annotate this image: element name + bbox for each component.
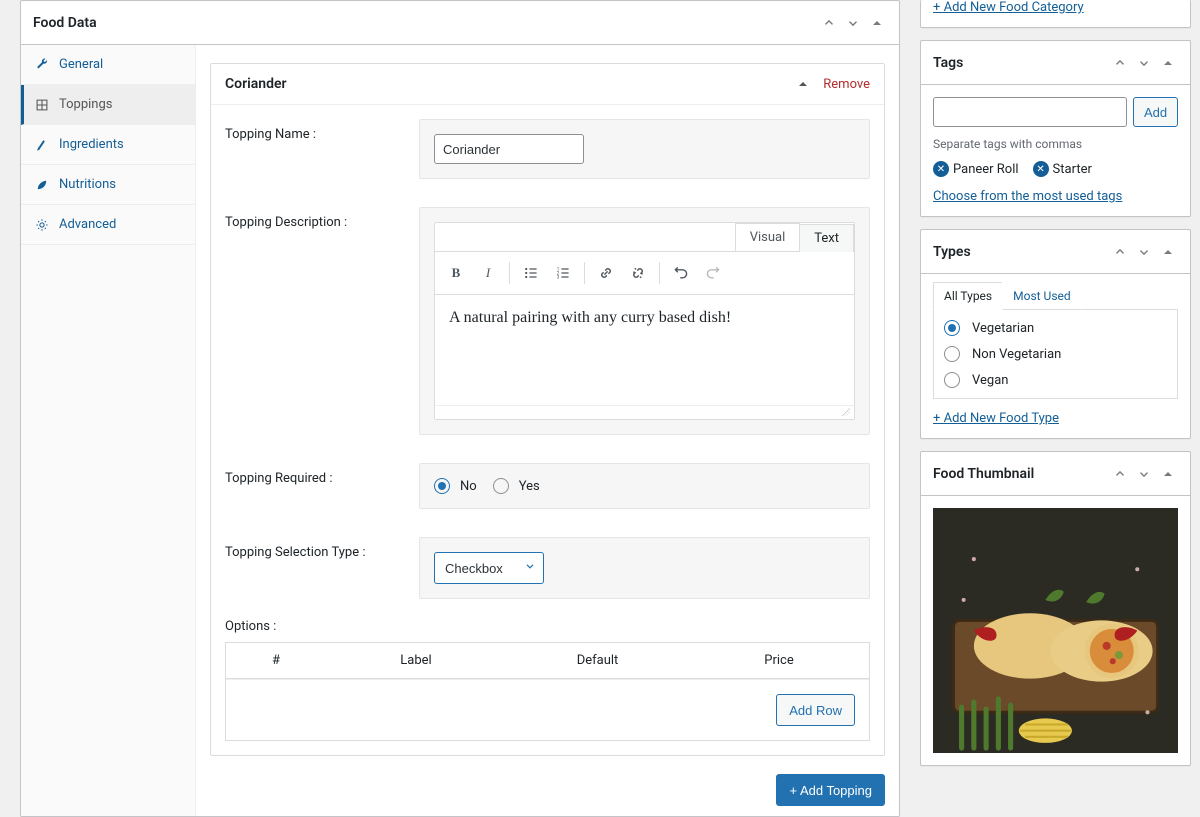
resize-handle-icon[interactable] [435, 405, 854, 419]
italic-icon[interactable]: I [473, 258, 503, 288]
col-price: Price [689, 643, 869, 678]
svg-text:3: 3 [557, 275, 560, 281]
tags-box: Tags Add Separate tags with commas ✕ Pan… [920, 40, 1191, 217]
topping-required-label: Topping Required : [225, 463, 405, 486]
wrench-icon [35, 58, 49, 72]
topping-name-input[interactable] [434, 134, 584, 164]
types-title: Types [933, 244, 1110, 260]
caret-up-icon[interactable] [1158, 464, 1178, 484]
chevron-down-icon[interactable] [843, 13, 863, 33]
grid-icon [35, 98, 49, 112]
add-topping-button[interactable]: + Add Topping [776, 774, 885, 806]
food-thumbnail-box: Food Thumbnail [920, 451, 1191, 766]
type-radio-nonveg[interactable] [944, 346, 960, 362]
type-item[interactable]: Non Vegetarian [944, 346, 1167, 362]
caret-up-icon[interactable] [1158, 53, 1178, 73]
food-data-title: Food Data [33, 15, 819, 31]
tab-nutritions[interactable]: Nutritions [21, 165, 195, 205]
topping-name-label: Topping Name : [225, 119, 405, 142]
tab-toppings[interactable]: Toppings [21, 85, 195, 125]
topping-desc-editor[interactable]: A natural pairing with any curry based d… [435, 295, 854, 405]
topping-desc-label: Topping Description : [225, 207, 405, 230]
caret-up-icon[interactable] [867, 13, 887, 33]
chevron-up-icon[interactable] [819, 13, 839, 33]
choose-tags-link[interactable]: Choose from the most used tags [933, 189, 1122, 204]
chevron-down-icon[interactable] [1134, 464, 1154, 484]
add-row-button[interactable]: Add Row [776, 694, 855, 726]
tag-input[interactable] [933, 97, 1127, 127]
selection-type-select[interactable]: Checkbox [434, 552, 544, 584]
options-table: # Label Default Price Add Row [225, 642, 870, 741]
tab-advanced[interactable]: Advanced [21, 205, 195, 245]
caret-up-icon[interactable] [1158, 242, 1178, 262]
food-thumbnail-image[interactable] [933, 508, 1178, 753]
add-tag-button[interactable]: Add [1133, 97, 1178, 127]
topping-title: Coriander [225, 76, 795, 92]
food-data-tabs: General Toppings Ingredients Nutritions [21, 45, 196, 816]
link-icon[interactable] [591, 258, 621, 288]
options-label: Options : [211, 613, 884, 642]
selection-type-label: Topping Selection Type : [225, 537, 405, 560]
chevron-up-icon[interactable] [1110, 464, 1130, 484]
gear-icon [35, 218, 49, 232]
add-food-category-link[interactable]: + Add New Food Category [933, 0, 1084, 15]
tags-title: Tags [933, 55, 1110, 71]
rich-editor: Visual Text B I 123 [434, 222, 855, 420]
types-tab-most[interactable]: Most Used [1002, 282, 1082, 310]
redo-icon[interactable] [698, 258, 728, 288]
type-radio-vegan[interactable] [944, 372, 960, 388]
remove-tag-icon[interactable]: ✕ [1033, 161, 1049, 177]
numbered-list-icon[interactable]: 123 [548, 258, 578, 288]
tab-general[interactable]: General [21, 45, 195, 85]
bullet-list-icon[interactable] [516, 258, 546, 288]
editor-tab-text[interactable]: Text [799, 224, 854, 252]
editor-toolbar: B I 123 [435, 251, 854, 295]
food-category-box: + Add New Food Category [920, 0, 1191, 28]
types-box: Types All Types Most Used Vegetarian [920, 229, 1191, 439]
carrot-icon [35, 138, 49, 152]
tag-chip: ✕ Starter [1033, 161, 1092, 177]
required-no-radio[interactable] [434, 478, 450, 494]
type-item[interactable]: Vegetarian [944, 320, 1167, 336]
required-yes-radio[interactable] [493, 478, 509, 494]
bold-icon[interactable]: B [441, 258, 471, 288]
editor-tab-visual[interactable]: Visual [735, 223, 801, 251]
col-hash: # [226, 643, 326, 678]
food-data-panel: Food Data General Toppings [20, 0, 900, 817]
remove-tag-icon[interactable]: ✕ [933, 161, 949, 177]
add-food-type-link[interactable]: + Add New Food Type [933, 411, 1059, 426]
chevron-down-icon[interactable] [1134, 242, 1154, 262]
chevron-down-icon[interactable] [1134, 53, 1154, 73]
undo-icon[interactable] [666, 258, 696, 288]
unlink-icon[interactable] [623, 258, 653, 288]
food-data-header: Food Data [21, 1, 899, 45]
col-label: Label [326, 643, 506, 678]
tab-ingredients[interactable]: Ingredients [21, 125, 195, 165]
caret-up-icon[interactable] [795, 76, 811, 92]
type-radio-vegetarian[interactable] [944, 320, 960, 336]
tag-chip: ✕ Paneer Roll [933, 161, 1019, 177]
type-item[interactable]: Vegan [944, 372, 1167, 388]
thumbnail-title: Food Thumbnail [933, 466, 1110, 482]
col-default: Default [506, 643, 689, 678]
topping-card: Coriander Remove Topping Name : [210, 63, 885, 756]
remove-topping-link[interactable]: Remove [823, 77, 870, 92]
food-data-content: Coriander Remove Topping Name : [196, 45, 899, 816]
types-tab-all[interactable]: All Types [933, 282, 1003, 310]
chevron-up-icon[interactable] [1110, 53, 1130, 73]
leaf-icon [35, 178, 49, 192]
chevron-up-icon[interactable] [1110, 242, 1130, 262]
tags-hint: Separate tags with commas [933, 137, 1178, 151]
